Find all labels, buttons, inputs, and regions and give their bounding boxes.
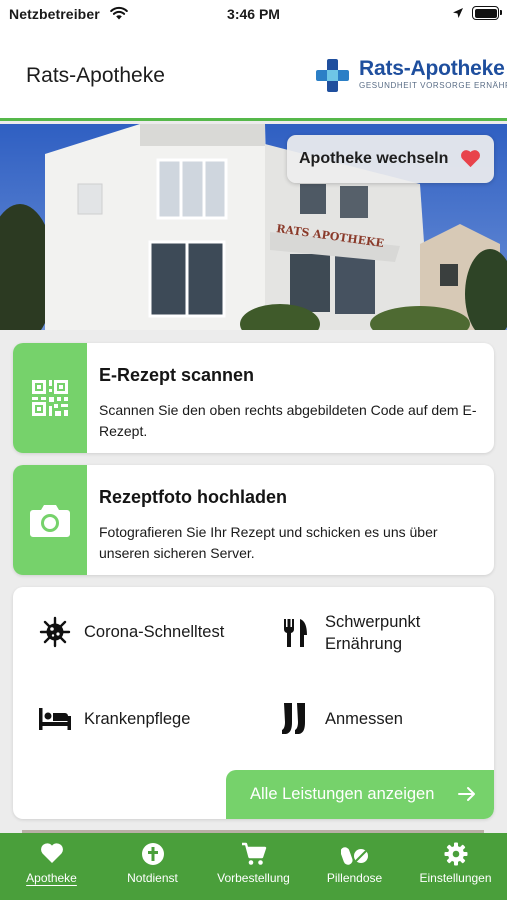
tab-label: Vorbestellung: [217, 871, 290, 885]
heart-icon: [40, 843, 63, 863]
e-rezept-scan-card[interactable]: E-Rezept scannen Scannen Sie den oben re…: [13, 343, 494, 453]
tab-apotheke[interactable]: Apotheke: [1, 833, 102, 900]
service-label: Corona-Schnelltest: [84, 623, 225, 641]
all-services-button[interactable]: Alle Leistungen anzeigen: [226, 770, 494, 819]
cart-icon: [241, 842, 266, 865]
service-label: Schwerpunkt Ernährung: [325, 613, 421, 653]
card-description: Scannen Sie den oben rechts abgebildeten…: [99, 402, 477, 439]
service-label: Krankenpflege: [84, 710, 191, 728]
service-measuring[interactable]: Anmessen: [279, 702, 403, 736]
logo-wordmark: Rats-Apotheke: [359, 57, 505, 80]
heart-icon: [461, 150, 480, 168]
services-panel: Corona-Schnelltest Schwerpunkt Ernährung…: [13, 587, 494, 819]
battery-icon: [472, 6, 502, 20]
camera-icon: [30, 505, 70, 537]
pharmacy-cross-icon: [316, 59, 349, 92]
service-nutrition[interactable]: Schwerpunkt Ernährung: [279, 611, 445, 655]
switch-pharmacy-button[interactable]: Apotheke wechseln: [287, 135, 494, 183]
page-title: Rats-Apotheke: [26, 64, 165, 87]
virus-icon: [39, 616, 71, 648]
cutlery-icon: [283, 619, 307, 647]
service-nursing[interactable]: Krankenpflege: [38, 702, 190, 736]
pills-icon: [340, 847, 368, 865]
tab-label: Apotheke: [26, 871, 77, 885]
logo-tagline: GESUNDHEIT VORSORGE ERNÄHRUNG: [359, 81, 507, 90]
emergency-icon: [141, 843, 164, 865]
card-description: Fotografieren Sie Ihr Rezept und schicke…: [99, 524, 438, 561]
tab-label: Pillendose: [326, 871, 383, 885]
bed-icon: [39, 708, 71, 730]
card-title: Rezeptfoto hochladen: [99, 487, 287, 507]
tab-notdienst[interactable]: Notdienst: [102, 833, 203, 900]
service-label: Anmessen: [325, 710, 403, 728]
app-header: Rats-Apotheke Rats-Apotheke GESUNDHEIT V…: [0, 28, 507, 121]
gear-icon: [444, 842, 467, 866]
pharmacy-logo: Rats-Apotheke GESUNDHEIT VORSORGE ERNÄHR…: [316, 57, 507, 97]
stockings-icon: [282, 703, 305, 734]
card-icon-panel: [13, 343, 87, 453]
tab-vorbestellung[interactable]: Vorbestellung: [203, 833, 304, 900]
service-corona-test[interactable]: Corona-Schnelltest: [38, 615, 224, 649]
status-bar: Netzbetreiber 3:46 PM: [0, 0, 507, 28]
tab-einstellungen[interactable]: Einstellungen: [405, 833, 506, 900]
switch-pharmacy-label: Apotheke wechseln: [299, 150, 449, 167]
prescription-photo-upload-card[interactable]: Rezeptfoto hochladen Fotografieren Sie I…: [13, 465, 494, 575]
clock: 3:46 PM: [227, 6, 280, 22]
card-title: E-Rezept scannen: [99, 365, 255, 385]
tab-label: Einstellungen: [419, 871, 492, 885]
all-services-label: Alle Leistungen anzeigen: [250, 785, 435, 803]
card-icon-panel: [13, 465, 87, 575]
tab-label: Notdienst: [127, 871, 178, 885]
qr-code-icon: [32, 380, 68, 416]
tab-pillendose[interactable]: Pillendose: [304, 833, 405, 900]
location-arrow-icon: [453, 8, 463, 18]
arrow-right-icon: [458, 787, 475, 801]
bottom-tab-bar: Apotheke Notdienst Vorbestellung Pillend…: [0, 830, 507, 900]
